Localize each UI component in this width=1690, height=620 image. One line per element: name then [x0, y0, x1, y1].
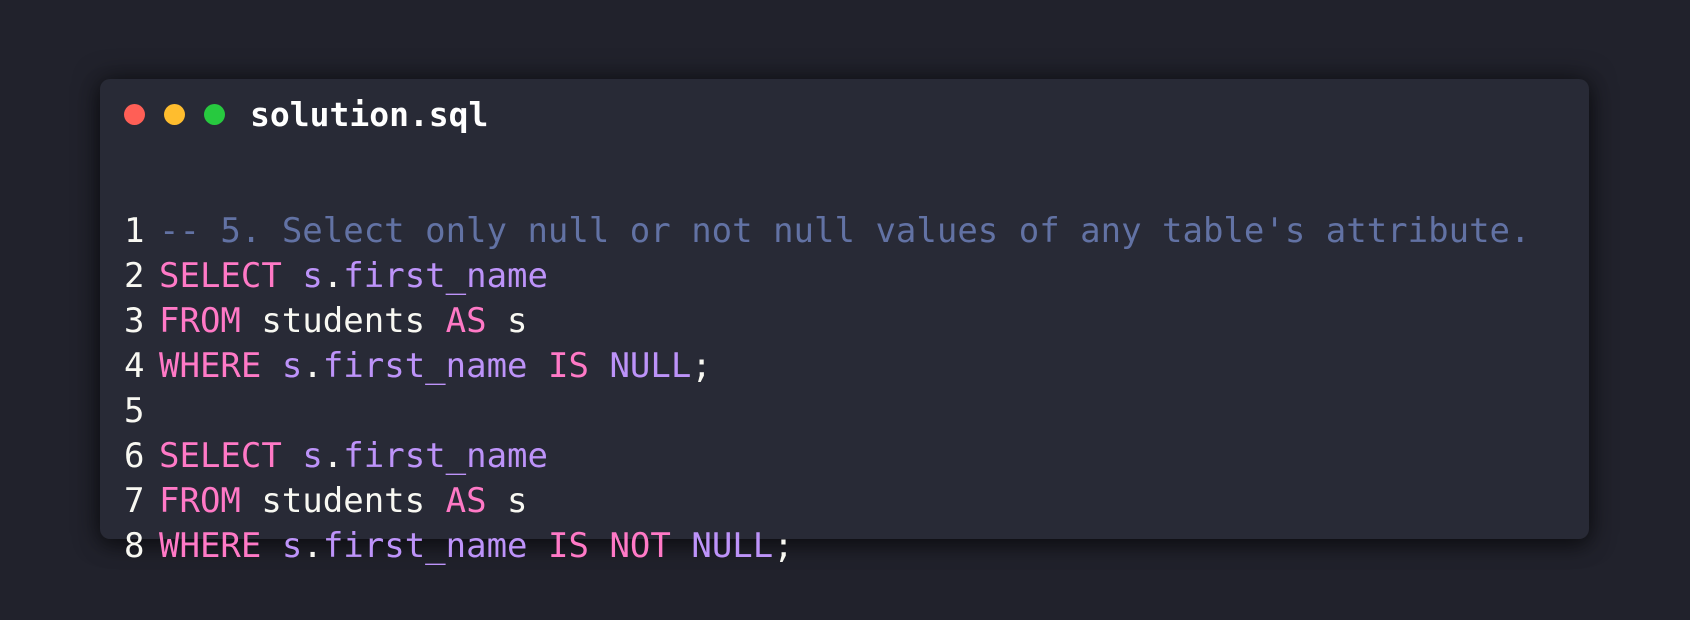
window-titlebar: solution.sql	[100, 79, 1589, 151]
keyword-token: FROM	[159, 301, 241, 341]
keyword-token: SELECT	[159, 256, 282, 296]
plain-token: .	[302, 346, 323, 386]
line-content: SELECT s.first_name	[159, 254, 548, 299]
keyword-token: SELECT	[159, 436, 282, 476]
identifier-token: NULL	[609, 346, 692, 386]
line-number: 3	[124, 301, 145, 341]
close-button[interactable]	[124, 104, 145, 125]
code-window: solution.sql 1 -- 5. Select only null or …	[100, 79, 1589, 566]
plain-token: s	[486, 301, 528, 341]
line-number: 4	[124, 346, 145, 386]
identifier-token: first_name	[322, 526, 528, 566]
plain-token: students	[240, 481, 446, 521]
keyword-token: AS	[445, 481, 487, 521]
line-content: SELECT s.first_name	[159, 434, 548, 479]
line-number: 1	[124, 211, 145, 251]
line-number: 5	[124, 391, 145, 431]
line-number: 2	[124, 256, 145, 296]
plain-token: .	[322, 436, 344, 476]
file-name: solution.sql	[250, 95, 489, 134]
line-content: FROM students AS s	[159, 299, 528, 344]
line-number: 8	[124, 526, 145, 566]
keyword-token: WHERE	[159, 526, 262, 566]
keyword-token: AS	[445, 301, 487, 341]
keyword-token: WHERE	[159, 346, 262, 386]
comment-token: -- 5. Select only null or not null value…	[159, 211, 1531, 251]
identifier-token: s	[302, 256, 323, 296]
minimize-button[interactable]	[164, 104, 185, 125]
plain-token: ;	[773, 526, 794, 566]
line-number: 6	[124, 436, 145, 476]
plain-token: .	[302, 526, 323, 566]
line-content: WHERE s.first_name IS NOT NULL;	[159, 524, 794, 569]
identifier-token: s	[302, 436, 323, 476]
plain-token: ;	[691, 346, 712, 386]
keyword-token: IS	[548, 526, 589, 566]
maximize-button[interactable]	[204, 104, 225, 125]
keyword-token: IS	[548, 346, 589, 386]
keyword-token: NOT	[609, 526, 671, 566]
plain-token: s	[486, 481, 528, 521]
line-content: WHERE s.first_name IS NULL;	[159, 344, 712, 389]
line-content: -- 5. Select only null or not null value…	[159, 209, 1530, 254]
identifier-token: s	[281, 346, 303, 386]
identifier-token: first_name	[343, 256, 548, 296]
plain-token: students	[240, 301, 446, 341]
identifier-token: NULL	[691, 526, 774, 566]
keyword-token: FROM	[159, 481, 241, 521]
identifier-token: s	[281, 526, 303, 566]
identifier-token: first_name	[322, 346, 528, 386]
plain-token: .	[322, 256, 344, 296]
line-number: 7	[124, 481, 145, 521]
identifier-token: first_name	[343, 436, 548, 476]
line-content: FROM students AS s	[159, 479, 528, 524]
